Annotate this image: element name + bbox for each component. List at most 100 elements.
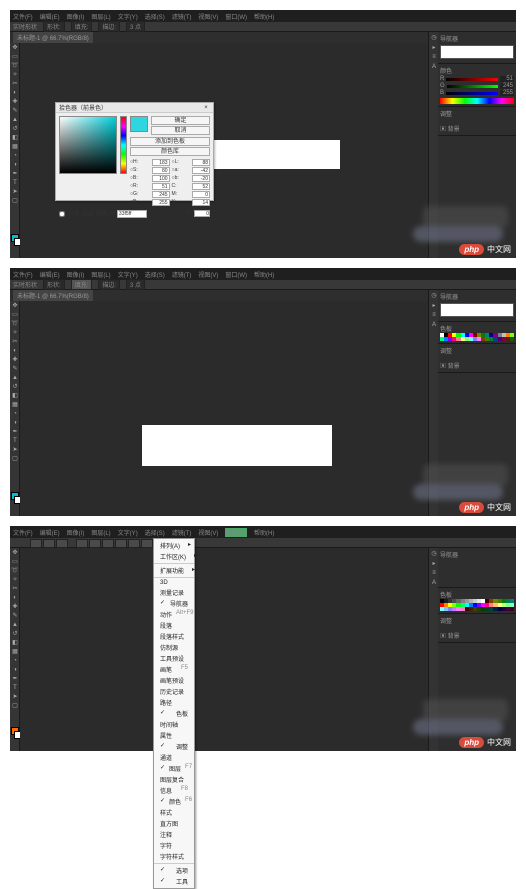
brush-tool-icon[interactable]: ✎ [10,364,20,373]
c-input[interactable]: 52 [192,183,210,190]
menu-item[interactable]: 选项 [154,865,194,876]
lasso-tool-icon[interactable]: ➰ [10,566,20,575]
bg-layer-row[interactable]: ▣ 背景 [440,631,514,640]
menu-edit[interactable]: 编辑(E) [40,12,60,21]
pen-tool-icon[interactable]: ✒ [10,169,20,178]
eyedropper-tool-icon[interactable]: ◐ [10,346,20,355]
menu-layer[interactable]: 图层(L) [91,528,110,537]
menu-filter[interactable]: 滤镜(T) [172,12,192,21]
options-shape[interactable]: 形状: [43,279,65,290]
gradient-tool-icon[interactable]: ▦ [10,647,20,656]
blur-tool-icon[interactable]: ◔ [10,151,20,160]
menu-item[interactable]: 排列(A) [154,540,194,551]
options-stroke[interactable]: 描边: [98,279,120,290]
menu-layer[interactable]: 图层(L) [91,270,110,279]
menu-view[interactable]: 视图(V) [198,12,218,21]
lasso-tool-icon[interactable]: ➰ [10,61,20,70]
align-btn-icon[interactable] [115,539,127,548]
history-brush-icon[interactable]: ↺ [10,124,20,133]
menu-item[interactable]: 图层复合 [154,774,194,785]
menu-item[interactable]: 段落样式 [154,631,194,642]
adjust-tab[interactable]: 调整 [440,349,452,355]
menu-item[interactable]: 时间轴 [154,719,194,730]
ok-button[interactable]: 确定 [151,116,210,125]
crop-tool-icon[interactable]: ✂ [10,584,20,593]
canvas-area[interactable] [20,301,428,516]
stamp-tool-icon[interactable]: ▲ [10,373,20,382]
adjust-tab[interactable]: 调整 [440,619,452,625]
navigator-tab[interactable]: 导航器 [440,37,458,43]
swatches-grid[interactable] [440,599,514,611]
type-tool-icon[interactable]: T [10,436,20,445]
shape-tool-icon[interactable]: ▢ [10,701,20,710]
type-tool-icon[interactable]: T [10,683,20,692]
web-only-checkbox[interactable] [59,211,65,217]
move-tool-icon[interactable]: ✥ [10,301,20,310]
stamp-tool-icon[interactable]: ▲ [10,115,20,124]
menu-file[interactable]: 文件(F) [13,270,33,279]
h-input[interactable]: 183 [152,159,170,166]
g-input[interactable]: 245 [152,191,170,198]
menu-item[interactable]: 历史记录 [154,686,194,697]
menu-type[interactable]: 文字(Y) [118,12,138,21]
history-brush-icon[interactable]: ↺ [10,629,20,638]
menu-view[interactable]: 视图(V) [198,528,218,537]
eraser-tool-icon[interactable]: ◧ [10,133,20,142]
bg-layer-row[interactable]: ▣ 背景 [440,124,514,133]
marquee-tool-icon[interactable]: ▭ [10,52,20,61]
marquee-tool-icon[interactable]: ▭ [10,310,20,319]
r-value[interactable]: 51 [500,76,514,82]
swatch-cell[interactable] [510,337,514,341]
menu-item[interactable]: 图层F7 [154,763,194,774]
stamp-tool-icon[interactable]: ▲ [10,620,20,629]
b-value[interactable]: 255 [500,90,514,96]
menu-item[interactable]: 3D [154,579,194,587]
bg-layer-row[interactable]: ▣ 背景 [440,361,514,370]
pen-tool-icon[interactable]: ✒ [10,674,20,683]
menu-image[interactable]: 图像(I) [67,12,85,21]
adjust-tab[interactable]: 调整 [440,112,452,118]
pen-tool-icon[interactable]: ✒ [10,427,20,436]
align-btn-icon[interactable] [102,539,114,548]
menu-item[interactable]: 路径 [154,697,194,708]
swatches-grid[interactable] [440,333,514,341]
shape-tool-icon[interactable]: ▢ [10,196,20,205]
hex-input[interactable]: 33f5ff [117,210,147,218]
menu-item[interactable]: 通道 [154,752,194,763]
menu-window[interactable]: 窗口(W) [225,12,247,21]
navigator-tab[interactable]: 导航器 [440,553,458,559]
add-swatch-button[interactable]: 添加到色板 [130,137,210,146]
menu-select[interactable]: 选择(S) [145,528,165,537]
dialog-titlebar[interactable]: 拾色器（前景色） × [56,103,213,113]
k-input[interactable]: 0 [194,210,210,217]
menu-edit[interactable]: 编辑(E) [40,528,60,537]
wand-tool-icon[interactable]: ✧ [10,328,20,337]
color-field[interactable] [59,116,117,174]
menu-item[interactable]: 工具 [154,876,194,887]
menu-item[interactable]: 注释 [154,829,194,840]
align-btn-icon[interactable] [43,539,55,548]
align-btn-icon[interactable] [89,539,101,548]
type-tool-icon[interactable]: T [10,178,20,187]
eraser-tool-icon[interactable]: ◧ [10,638,20,647]
menu-select[interactable]: 选择(S) [145,12,165,21]
menu-item[interactable]: 动作Alt+F9 [154,609,194,620]
g-slider[interactable] [447,85,498,88]
menu-file[interactable]: 文件(F) [13,528,33,537]
menu-window[interactable]: 窗口(W) [225,270,247,279]
crop-tool-icon[interactable]: ✂ [10,79,20,88]
menu-item[interactable]: 工作区(K) [154,551,194,562]
cancel-button[interactable]: 取消 [151,126,210,135]
g-value[interactable]: 245 [500,83,514,89]
menu-item[interactable]: 调整 [154,741,194,752]
wand-tool-icon[interactable]: ✧ [10,70,20,79]
l-input[interactable]: 88 [192,159,210,166]
align-btn-icon[interactable] [56,539,68,548]
options-fill[interactable]: 填充: [71,21,93,32]
hue-strip[interactable] [440,98,514,104]
menu-item[interactable]: 样式 [154,807,194,818]
heal-tool-icon[interactable]: ✚ [10,602,20,611]
align-btn-icon[interactable] [76,539,88,548]
marquee-tool-icon[interactable]: ▭ [10,557,20,566]
options-stroke-pt[interactable]: 3 点 [126,21,145,32]
